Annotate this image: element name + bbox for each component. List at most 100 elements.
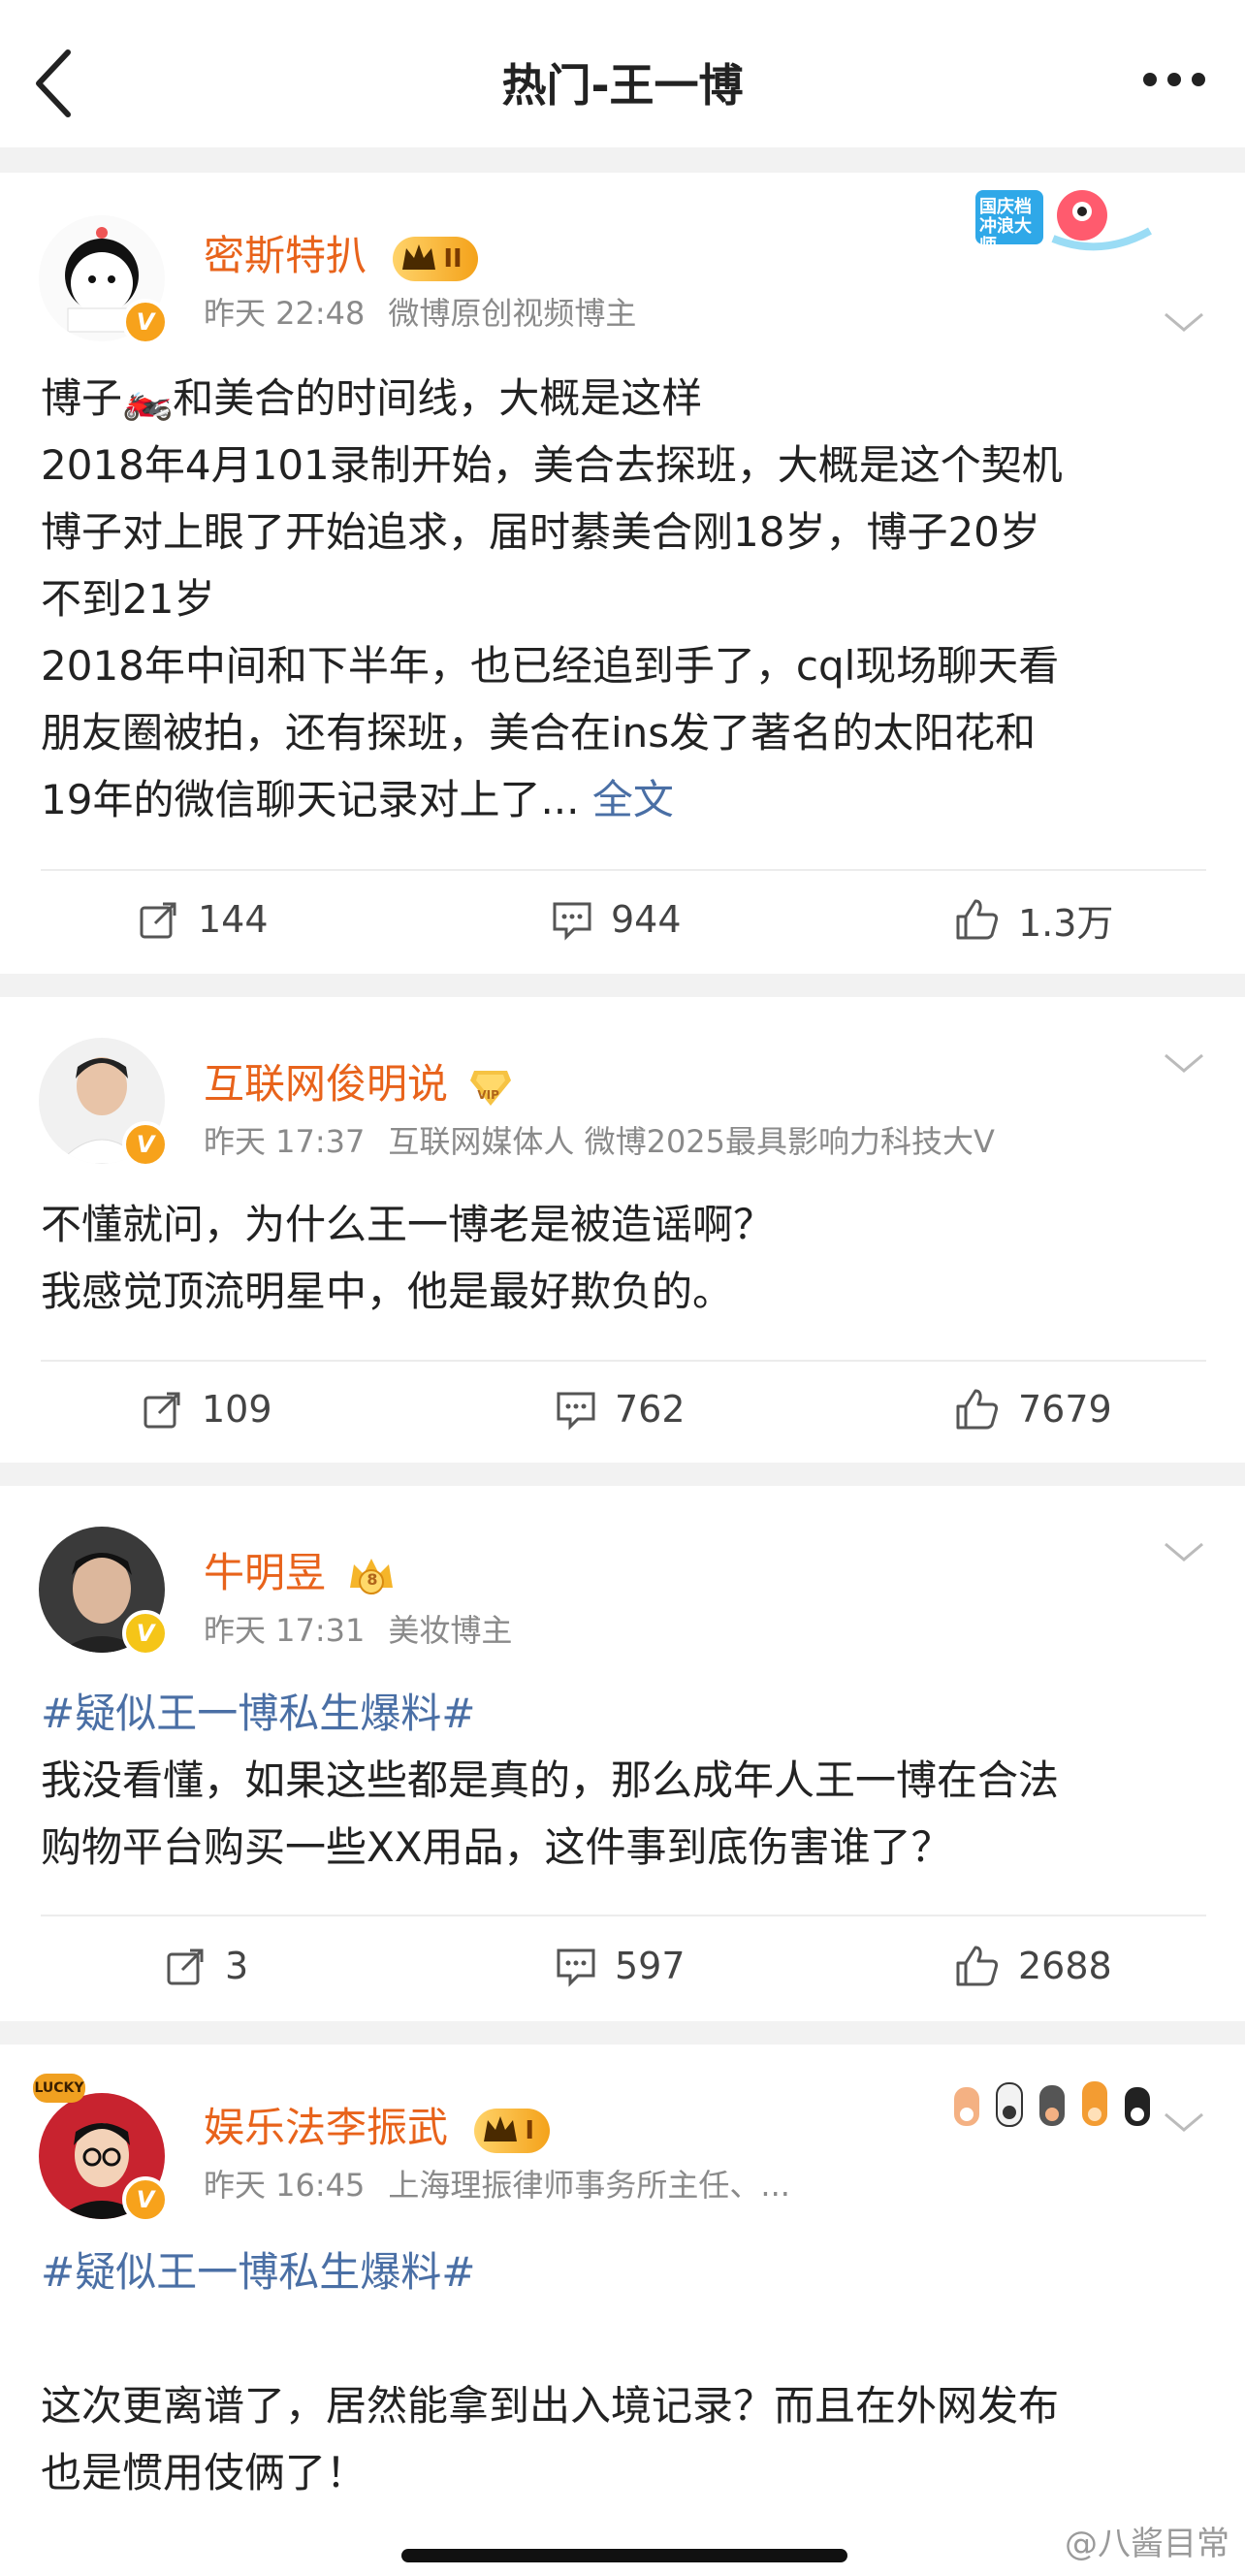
username-text: 密斯特扒	[204, 232, 367, 279]
post-meta: 昨天 22:48 微博原创视频博主	[204, 289, 636, 334]
like-button[interactable]: 2688	[954, 1927, 1112, 2005]
separator	[0, 147, 1245, 173]
sticker-text: 国庆档 冲浪大师	[979, 197, 1032, 256]
author-description: 互联网媒体人 微博2025最具影响力科技大V	[388, 1123, 995, 1160]
post-time: 昨天 17:31	[204, 1612, 366, 1649]
level-label: 8	[367, 1569, 378, 1589]
avatar[interactable]: V	[39, 1038, 169, 1168]
post-content[interactable]: 博子🏍️和美合的时间线，大概是这样 2018年4月101录制开始，美合去探班，大…	[41, 365, 1206, 833]
lucky-badge: LUCKY	[33, 2074, 85, 2103]
repost-icon	[140, 902, 176, 939]
action-bar: 3 597 2688	[0, 1927, 1245, 2005]
rank-label: II	[443, 243, 463, 274]
vip-label: VIP	[477, 1087, 499, 1102]
author-description: 美妆博主	[388, 1612, 513, 1649]
watermark: @八酱目常	[1065, 2525, 1229, 2563]
comment-button[interactable]: 944	[551, 881, 682, 958]
chevron-down-icon[interactable]	[1162, 2109, 1206, 2136]
rank-label: I	[525, 2115, 535, 2145]
comment-icon	[553, 902, 591, 941]
content-line: 2018年4月101录制开始，美合去探班，大概是这个契机	[41, 441, 1063, 489]
page-title: 热门-王一博	[501, 59, 744, 112]
repost-button[interactable]: 3	[165, 1927, 248, 2005]
chevron-down-icon[interactable]	[1162, 1538, 1206, 1565]
cat-paws-icon	[954, 2081, 1150, 2127]
vip-badge-icon: VIP	[468, 1067, 513, 1108]
hashtag-link[interactable]: #疑似王一博私生爆料#	[41, 2238, 1206, 2305]
chevron-down-icon[interactable]	[1162, 1049, 1206, 1077]
separator	[0, 1463, 1245, 1486]
post-card[interactable]: V 牛明昱 8 昨天 17:31 美妆博主 #疑似王一博私生爆料# 我没看懂，如果…	[0, 1486, 1245, 2021]
username-text: 互联网俊明说	[204, 1060, 449, 1108]
content-line: 博子🏍️和美合的时间线，大概是这样	[41, 374, 703, 422]
username[interactable]: 娱乐法李振武 I	[204, 2095, 551, 2154]
content-line: 我没看懂，如果这些都是真的，那么成年人王一博在合法	[41, 1756, 1060, 1804]
avatar[interactable]: V LUCKY	[33, 2074, 169, 2223]
action-bar: 144 944 1.3万	[0, 881, 1245, 958]
post-meta: 昨天 17:37 互联网媒体人 微博2025最具影响力科技大V	[204, 1117, 995, 1162]
read-more-link[interactable]: 全文	[592, 776, 674, 823]
repost-count: 144	[198, 898, 269, 941]
content-line: 不懂就问，为什么王一博老是被造谣啊？	[41, 1201, 775, 1248]
verified-badge-icon: V	[122, 2176, 169, 2223]
content-line: 也是惯用伎俩了！	[41, 2449, 367, 2496]
post-time: 昨天 22:48	[204, 295, 366, 332]
rank-badge: II	[393, 236, 478, 281]
comment-button[interactable]: 762	[555, 1370, 686, 1448]
event-sticker: 国庆档 冲浪大师	[966, 180, 1160, 258]
divider	[41, 869, 1206, 871]
like-count: 7679	[1018, 1388, 1112, 1431]
verified-badge-icon: V	[122, 1121, 169, 1168]
post-card[interactable]: V 互联网俊明说 VIP 昨天 17:37 互联网媒体人 微博2025最具影响力科…	[0, 997, 1245, 1463]
like-button[interactable]: 7679	[954, 1370, 1112, 1448]
post-meta: 昨天 17:31 美妆博主	[204, 1606, 512, 1651]
author-description: 上海理振律师事务所主任、...	[388, 2167, 790, 2204]
username[interactable]: 互联网俊明说 VIP	[204, 1051, 513, 1111]
comment-icon	[557, 1948, 595, 1987]
crown-icon	[402, 243, 436, 270]
avatar[interactable]: V	[39, 1527, 169, 1657]
comment-button[interactable]: 597	[555, 1927, 686, 2005]
username[interactable]: 牛明昱 8	[204, 1540, 397, 1599]
verified-badge-icon: V	[122, 1610, 169, 1657]
home-indicator[interactable]	[401, 2549, 847, 2562]
repost-button[interactable]: 109	[142, 1370, 272, 1448]
comment-count: 944	[611, 898, 682, 941]
action-bar: 109 762 7679	[0, 1370, 1245, 1448]
repost-button[interactable]: 144	[138, 881, 269, 958]
level-badge-icon: 8	[346, 1555, 397, 1597]
divider	[41, 1360, 1206, 1362]
top-bar: 热门-王一博	[0, 0, 1245, 147]
content-line: 不到21岁	[41, 575, 215, 623]
hashtag-link[interactable]: #疑似王一博私生爆料#	[41, 1680, 1206, 1747]
post-meta: 昨天 16:45 上海理振律师事务所主任、...	[204, 2161, 790, 2206]
thumbs-up-icon	[956, 1946, 999, 1986]
thumbs-up-icon	[956, 899, 999, 940]
like-button[interactable]: 1.3万	[954, 881, 1113, 958]
author-description: 微博原创视频博主	[388, 295, 637, 332]
separator	[0, 2021, 1245, 2045]
repost-icon	[167, 1948, 204, 1985]
separator	[0, 974, 1245, 997]
repost-count: 3	[225, 1945, 249, 1987]
cat-paws-sticker	[946, 2058, 1160, 2138]
username[interactable]: 密斯特扒 II	[204, 223, 478, 282]
username-text: 娱乐法李振武	[204, 2104, 449, 2151]
post-content[interactable]: 不懂就问，为什么王一博老是被造谣啊？ 我感觉顶流明星中，他是最好欺负的。	[41, 1191, 1206, 1325]
thumbs-up-icon	[956, 1389, 999, 1430]
content-line: 19年的微信聊天记录对上了...	[41, 776, 580, 823]
rank-badge: I	[474, 2108, 551, 2153]
post-card[interactable]: V 密斯特扒 II 昨天 22:48 微博原创视频博主 国庆档 冲浪大师 博子🏍️…	[0, 173, 1245, 974]
post-content[interactable]: #疑似王一博私生爆料# 这次更离谱了，居然能拿到出入境记录？而且在外网发布 也是…	[41, 2238, 1206, 2506]
content-line: 购物平台购买一些XX用品，这件事到底伤害谁了？	[41, 1823, 952, 1871]
post-card[interactable]: V LUCKY 娱乐法李振武 I 昨天 16:45 上海理振律师事务所主任、...…	[0, 2045, 1245, 2576]
content-line: 朋友圈被拍，还有探班，美合在ins发了著名的太阳花和	[41, 709, 1037, 757]
like-count: 1.3万	[1018, 901, 1114, 945]
more-horizontal-icon[interactable]	[1142, 70, 1206, 89]
repost-count: 109	[202, 1388, 272, 1431]
content-line: 我感觉顶流明星中，他是最好欺负的。	[41, 1268, 734, 1315]
post-content[interactable]: #疑似王一博私生爆料# 我没看懂，如果这些都是真的，那么成年人王一博在合法 购物…	[41, 1680, 1206, 1881]
chevron-down-icon[interactable]	[1162, 308, 1206, 336]
avatar[interactable]: V	[39, 215, 169, 345]
crown-icon	[484, 2115, 518, 2141]
